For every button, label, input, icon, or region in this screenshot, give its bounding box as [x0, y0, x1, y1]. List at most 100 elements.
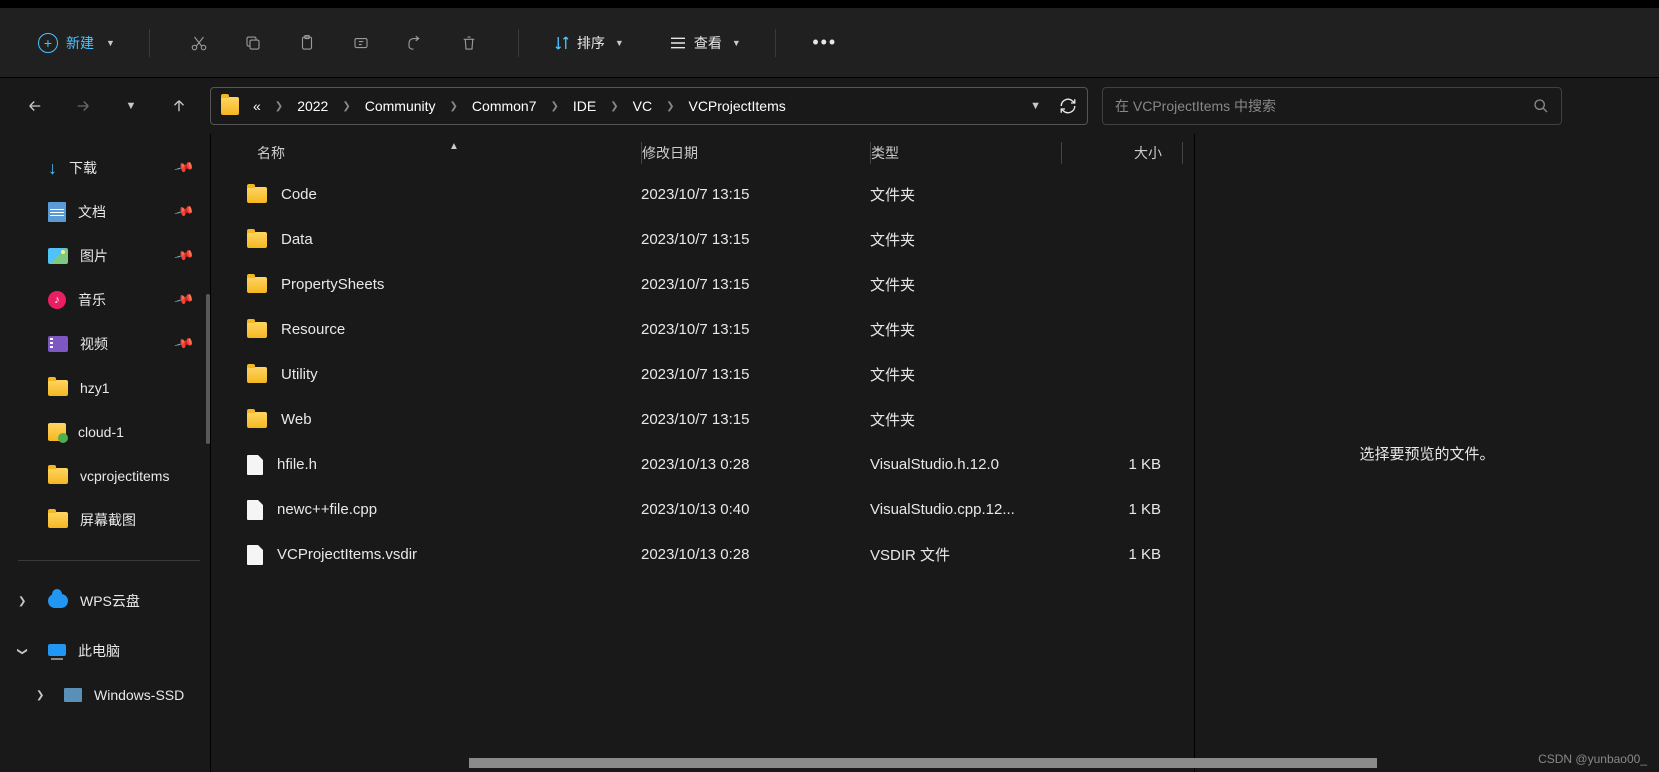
- folder-icon: [221, 97, 239, 115]
- share-button[interactable]: [392, 20, 438, 66]
- file-name: newc++file.cpp: [277, 501, 377, 518]
- titlebar: [0, 0, 1659, 8]
- file-size: 1 KB: [1061, 501, 1181, 518]
- search-box[interactable]: [1102, 87, 1562, 125]
- sidebar-item-pictures[interactable]: 图片📌: [12, 234, 206, 278]
- file-list: 名称▲ 修改日期 类型 大小 Code 2023/10/7 13:15 文件夹 Dat…: [210, 134, 1194, 772]
- breadcrumb-item[interactable]: IDE: [569, 96, 600, 116]
- breadcrumb-item[interactable]: 2022: [293, 96, 332, 116]
- file-type: 文件夹: [870, 319, 1061, 340]
- download-icon: ↓: [48, 158, 57, 179]
- up-button[interactable]: [162, 89, 196, 123]
- sidebar-item-pc[interactable]: ❯此电脑: [12, 629, 206, 673]
- sort-asc-icon: ▲: [449, 141, 459, 152]
- chevron-right-icon: ❯: [18, 596, 26, 607]
- refresh-button[interactable]: [1059, 97, 1077, 115]
- sidebar-label: 视频: [80, 334, 108, 354]
- folder-icon: [247, 232, 267, 248]
- sidebar-label: hzy1: [80, 380, 110, 396]
- column-type[interactable]: 类型: [871, 143, 1061, 163]
- sidebar-item-wps[interactable]: ❯ WPS云盘: [12, 579, 206, 623]
- video-icon: [48, 336, 68, 352]
- file-type: 文件夹: [870, 274, 1061, 295]
- sidebar-item-documents[interactable]: 文档📌: [12, 190, 206, 234]
- chevron-down-icon: ▼: [106, 38, 115, 48]
- column-size[interactable]: 大小: [1062, 143, 1182, 163]
- breadcrumb-item[interactable]: VCProjectItems: [684, 96, 789, 116]
- delete-button[interactable]: [446, 20, 492, 66]
- chevron-down-icon: ❯: [17, 647, 28, 655]
- file-date: 2023/10/7 13:15: [641, 366, 870, 383]
- file-date: 2023/10/7 13:15: [641, 186, 870, 203]
- file-size: 1 KB: [1061, 546, 1181, 563]
- chevron-right-icon: ❯: [342, 101, 350, 112]
- folder-icon: [48, 468, 68, 484]
- file-icon: [247, 455, 263, 475]
- forward-button[interactable]: [66, 89, 100, 123]
- rename-button[interactable]: [338, 20, 384, 66]
- search-input[interactable]: [1115, 98, 1533, 114]
- sort-icon: [553, 34, 571, 52]
- chevron-down-icon[interactable]: ▼: [1030, 100, 1041, 112]
- sidebar-item-folder[interactable]: 屏幕截图: [12, 498, 206, 542]
- address-bar[interactable]: « ❯ 2022 ❯ Community ❯ Common7 ❯ IDE ❯ V…: [210, 87, 1088, 125]
- new-label: 新建: [66, 33, 94, 53]
- breadcrumb-item[interactable]: VC: [629, 96, 656, 116]
- file-name: Code: [281, 186, 317, 203]
- file-type: 文件夹: [870, 409, 1061, 430]
- chevron-right-icon: ❯: [36, 690, 44, 701]
- breadcrumb-item[interactable]: Common7: [468, 96, 541, 116]
- sidebar-item-folder[interactable]: hzy1: [12, 366, 206, 410]
- file-type: VSDIR 文件: [870, 544, 1061, 565]
- more-button[interactable]: •••: [802, 20, 848, 66]
- separator: [775, 29, 776, 57]
- view-label: 查看: [694, 33, 722, 53]
- sidebar-label: WPS云盘: [80, 591, 140, 611]
- copy-button[interactable]: [230, 20, 276, 66]
- paste-button[interactable]: [284, 20, 330, 66]
- column-name[interactable]: 名称▲: [211, 143, 641, 163]
- folder-icon: [48, 380, 68, 396]
- pin-icon: 📌: [173, 201, 195, 223]
- chevron-right-icon: ❯: [275, 101, 283, 112]
- view-button[interactable]: 查看 ▼: [660, 33, 749, 53]
- folder-icon: [247, 367, 267, 383]
- table-row[interactable]: VCProjectItems.vsdir2023/10/13 0:28VSDIR…: [211, 532, 1194, 577]
- sidebar-item-music[interactable]: ♪音乐📌: [12, 278, 206, 322]
- file-name: hfile.h: [277, 456, 317, 473]
- table-row[interactable]: Resource2023/10/7 13:15文件夹: [211, 307, 1194, 352]
- column-date[interactable]: 修改日期: [642, 143, 870, 163]
- sidebar-item-videos[interactable]: 视频📌: [12, 322, 206, 366]
- file-name: Web: [281, 411, 312, 428]
- history-button[interactable]: ▼: [114, 89, 148, 123]
- table-row[interactable]: Web2023/10/7 13:15文件夹: [211, 397, 1194, 442]
- new-button[interactable]: + 新建 ▼: [30, 29, 123, 57]
- pin-icon: 📌: [173, 157, 195, 179]
- breadcrumb-ellipsis[interactable]: «: [249, 96, 265, 116]
- sidebar-item-drive[interactable]: ❯Windows-SSD: [12, 673, 206, 717]
- sidebar-item-folder[interactable]: vcprojectitems: [12, 454, 206, 498]
- table-row[interactable]: Utility2023/10/7 13:15文件夹: [211, 352, 1194, 397]
- toolbar: + 新建 ▼ 排序 ▼ 查看 ▼ •••: [0, 8, 1659, 78]
- cut-button[interactable]: [176, 20, 222, 66]
- sidebar-item-cloud[interactable]: cloud-1: [12, 410, 206, 454]
- sort-label: 排序: [577, 33, 605, 53]
- horizontal-scrollbar[interactable]: [469, 758, 1377, 768]
- back-button[interactable]: [18, 89, 52, 123]
- breadcrumb-item[interactable]: Community: [361, 96, 440, 116]
- table-row[interactable]: Data2023/10/7 13:15文件夹: [211, 217, 1194, 262]
- table-row[interactable]: newc++file.cpp2023/10/13 0:40VisualStudi…: [211, 487, 1194, 532]
- sidebar-label: 音乐: [78, 290, 106, 310]
- sidebar-item-downloads[interactable]: ↓下载📌: [12, 146, 206, 190]
- file-name: Data: [281, 231, 313, 248]
- chevron-down-icon: ▼: [732, 38, 741, 48]
- file-type: VisualStudio.h.12.0: [870, 456, 1061, 473]
- column-separator[interactable]: [1182, 142, 1183, 164]
- separator: [518, 29, 519, 57]
- chevron-right-icon: ❯: [666, 101, 674, 112]
- table-row[interactable]: PropertySheets2023/10/7 13:15文件夹: [211, 262, 1194, 307]
- sidebar-label: 图片: [80, 246, 108, 266]
- sort-button[interactable]: 排序 ▼: [545, 33, 632, 53]
- table-row[interactable]: Code2023/10/7 13:15文件夹: [211, 172, 1194, 217]
- table-row[interactable]: hfile.h2023/10/13 0:28VisualStudio.h.12.…: [211, 442, 1194, 487]
